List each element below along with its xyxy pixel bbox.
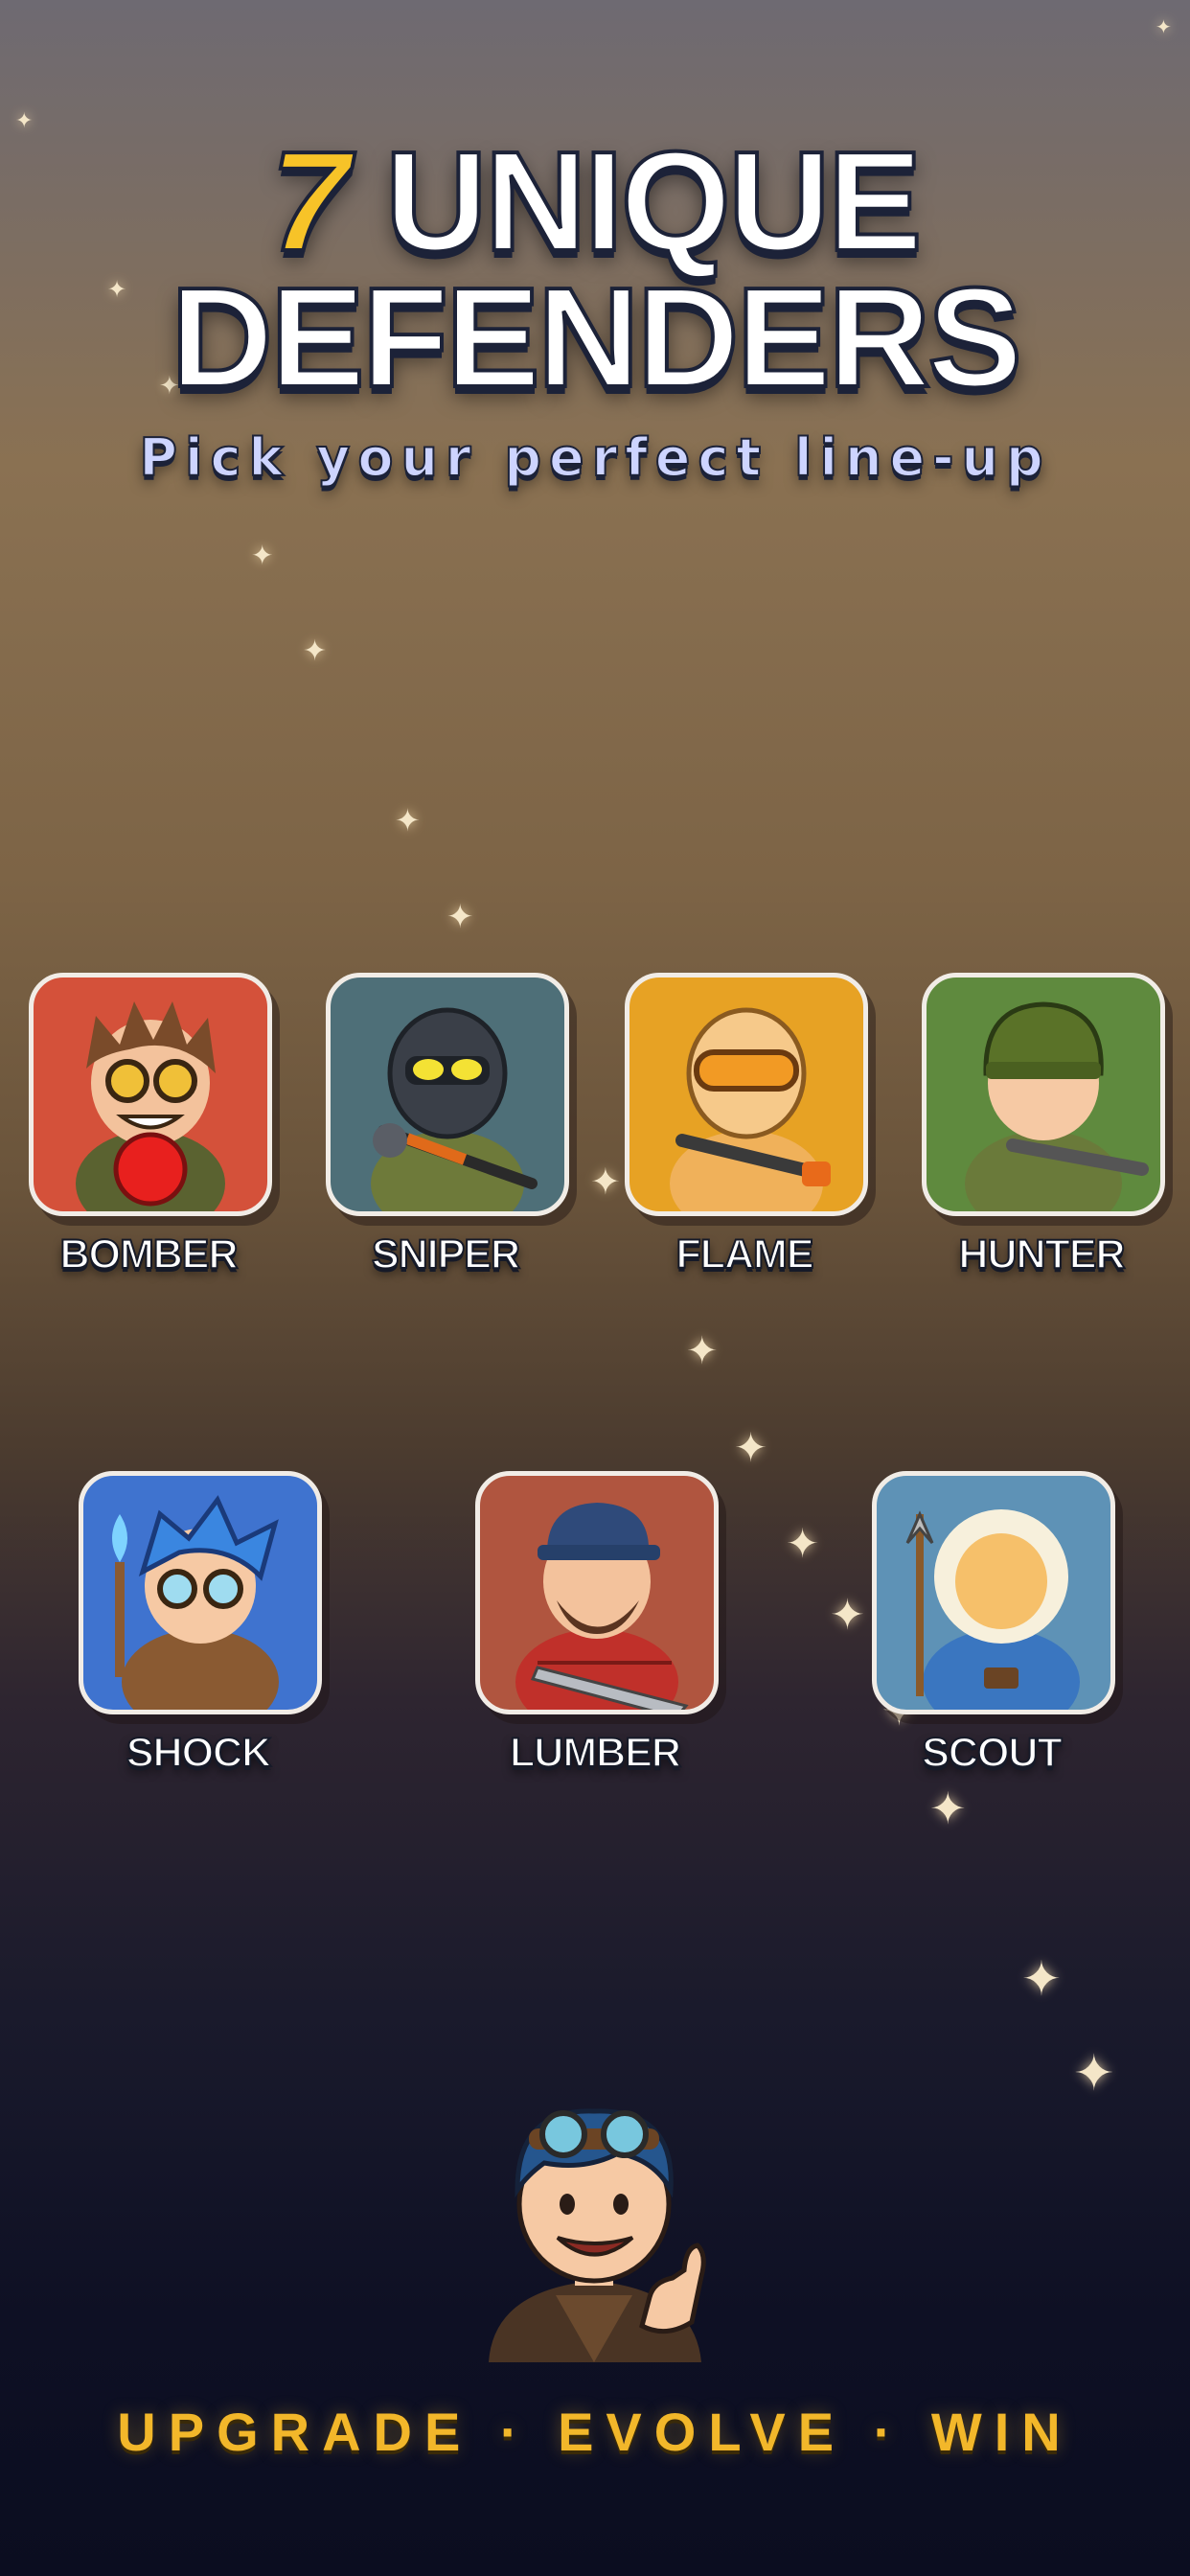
defender-name: HUNTER bbox=[957, 1230, 1126, 1278]
headline: 7 UNIQUE DEFENDERS bbox=[0, 129, 1190, 417]
sparkle-icon: ✦ bbox=[1156, 15, 1172, 38]
sparkle-icon: ✦ bbox=[251, 540, 274, 571]
sparkle-icon: ✦ bbox=[303, 634, 328, 668]
lumber-portrait-icon bbox=[515, 1503, 689, 1710]
sniper-portrait-icon bbox=[371, 1007, 538, 1211]
defender-tile[interactable] bbox=[625, 973, 868, 1216]
defender-tile[interactable] bbox=[326, 973, 569, 1216]
headline-word: UNIQUE bbox=[383, 123, 925, 281]
defender-tile[interactable] bbox=[29, 973, 272, 1216]
defender-card-flame[interactable]: FLAME bbox=[625, 973, 868, 1278]
sparkle-icon: ✦ bbox=[590, 1161, 621, 1203]
defender-tile[interactable] bbox=[922, 973, 1165, 1216]
sparkle-icon: ✦ bbox=[686, 1329, 719, 1373]
sparkle-icon: ✦ bbox=[395, 802, 421, 839]
defender-card-hunter[interactable]: HUNTER bbox=[922, 973, 1165, 1278]
sparkle-icon: ✦ bbox=[786, 1520, 820, 1567]
defender-name: SCOUT bbox=[921, 1729, 1064, 1777]
headline-number: 7 bbox=[269, 123, 352, 281]
headline-line-2: DEFENDERS bbox=[169, 259, 1024, 417]
flame-portrait-icon bbox=[670, 1007, 831, 1211]
mascot-thumbs-up-illustration bbox=[489, 2108, 706, 2362]
tagline: UPGRADE · EVOLVE · WIN bbox=[117, 2402, 1073, 2462]
sparkle-icon: ✦ bbox=[734, 1424, 768, 1471]
defender-card-scout[interactable]: SCOUT bbox=[872, 1471, 1115, 1777]
sparkle-icon: ✦ bbox=[929, 1782, 967, 1834]
defender-name: SNIPER bbox=[371, 1230, 521, 1278]
bomber-portrait-icon bbox=[76, 1001, 225, 1211]
defender-name: LUMBER bbox=[509, 1729, 682, 1777]
defender-name: SHOCK bbox=[126, 1729, 272, 1777]
subtitle: Pick your perfect line-up bbox=[138, 426, 1051, 489]
headline-line-1: 7 UNIQUE bbox=[0, 129, 1190, 275]
defender-tile[interactable] bbox=[475, 1471, 719, 1714]
defender-name: BOMBER bbox=[58, 1230, 239, 1278]
sparkle-icon: ✦ bbox=[1021, 1951, 1062, 2007]
defender-tile[interactable] bbox=[79, 1471, 322, 1714]
sparkle-icon: ✦ bbox=[1073, 2045, 1115, 2103]
hunter-portrait-icon bbox=[965, 1001, 1149, 1211]
defender-tile[interactable] bbox=[872, 1471, 1115, 1714]
sparkle-icon: ✦ bbox=[446, 898, 474, 936]
shock-portrait-icon bbox=[112, 1495, 279, 1710]
scout-portrait-icon bbox=[905, 1509, 1080, 1710]
sparkle-icon: ✦ bbox=[830, 1591, 865, 1640]
defender-card-lumber[interactable]: LUMBER bbox=[475, 1471, 719, 1777]
sparkle-icon: ✦ bbox=[15, 109, 34, 133]
defender-card-sniper[interactable]: SNIPER bbox=[326, 973, 569, 1278]
defender-card-shock[interactable]: SHOCK bbox=[79, 1471, 322, 1777]
defender-name: FLAME bbox=[675, 1230, 814, 1278]
defender-card-bomber[interactable]: BOMBER bbox=[29, 973, 272, 1278]
